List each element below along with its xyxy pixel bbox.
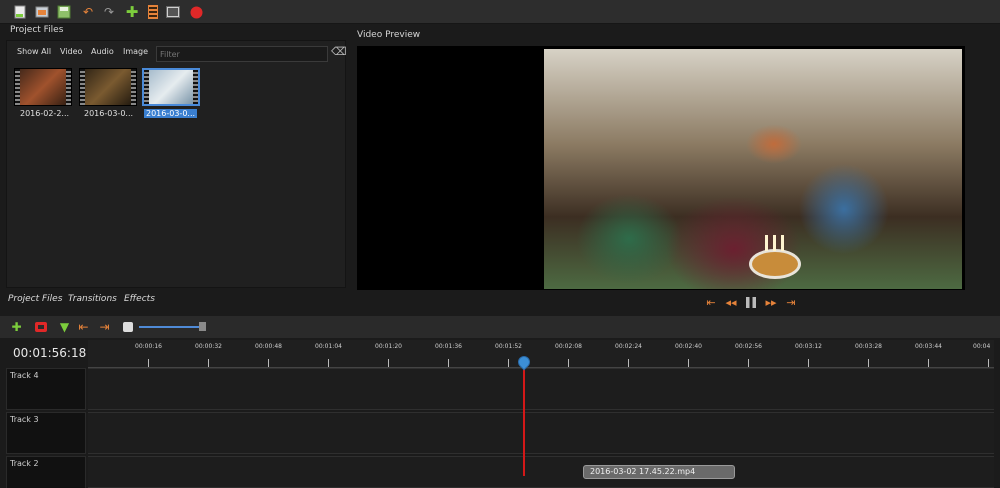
fast-forward-icon[interactable]: ▸▸	[764, 295, 778, 309]
dock-tabs: Project Files Transitions Effects	[0, 290, 346, 310]
ruler-label: 00:03:28	[855, 343, 882, 350]
fullscreen-icon[interactable]	[165, 4, 181, 20]
video-preview-title: Video Preview	[357, 30, 421, 40]
filter-row: Show All Video Audio Image ⌫	[7, 43, 347, 63]
tab-effects[interactable]: Effects	[124, 294, 155, 304]
filter-audio[interactable]: Audio	[91, 47, 114, 56]
save-project-icon[interactable]	[56, 4, 72, 20]
project-files-panel: Show All Video Audio Image ⌫ 2016-02-2..…	[6, 40, 347, 288]
ruler-label: 00:01:20	[375, 343, 402, 350]
file-label: 2016-03-0...	[84, 109, 134, 118]
main-toolbar: ↶ ↷ ✚	[0, 0, 1000, 24]
track-lane[interactable]	[88, 412, 994, 454]
file-thumbnail[interactable]	[14, 68, 72, 106]
previous-marker-icon[interactable]: ⇤	[76, 319, 91, 334]
ruler-label: 00:00:16	[135, 343, 162, 350]
tab-project-files[interactable]: Project Files	[8, 294, 62, 304]
file-thumbnail[interactable]	[79, 68, 137, 106]
add-marker-icon[interactable]: ▼	[57, 319, 72, 334]
undo-icon[interactable]: ↶	[80, 4, 96, 20]
project-files-title: Project Files	[10, 25, 64, 35]
track-header[interactable]: Track 3	[6, 412, 86, 454]
redo-icon[interactable]: ↷	[101, 4, 117, 20]
current-time: 00:01:56:18	[13, 346, 87, 360]
tab-transitions[interactable]: Transitions	[68, 294, 117, 304]
file-thumbnail-selected[interactable]	[142, 68, 200, 106]
ruler-label: 00:04	[973, 343, 991, 350]
filter-show-all[interactable]: Show All	[17, 47, 51, 56]
export-film-icon[interactable]	[145, 4, 161, 20]
ruler-label: 00:02:40	[675, 343, 702, 350]
playhead-line[interactable]	[523, 362, 525, 476]
clear-filter-icon[interactable]: ⌫	[331, 45, 347, 58]
zoom-slider-handle[interactable]	[199, 322, 206, 331]
track-lane[interactable]	[88, 368, 994, 410]
ruler-label: 00:00:32	[195, 343, 222, 350]
rewind-icon[interactable]: ◂◂	[724, 295, 738, 309]
ruler-label: 00:02:24	[615, 343, 642, 350]
timeline-ruler[interactable]: 00:00:16 00:00:32 00:00:48 00:01:04 00:0…	[88, 340, 994, 368]
next-marker-icon[interactable]: ⇥	[97, 319, 112, 334]
zoom-slider-track[interactable]	[139, 326, 203, 328]
import-files-icon[interactable]: ✚	[124, 4, 140, 20]
snap-icon[interactable]	[33, 319, 48, 334]
ruler-label: 00:02:08	[555, 343, 582, 350]
pause-icon[interactable]	[744, 295, 758, 309]
track-header[interactable]: Track 2	[6, 456, 86, 488]
jump-start-icon[interactable]: ⇤	[704, 295, 718, 309]
record-icon[interactable]	[188, 4, 204, 20]
file-label: 2016-02-2...	[20, 109, 70, 118]
track-header[interactable]: Track 4	[6, 368, 86, 410]
timeline-toolbar: ✚ ▼ ⇤ ⇥	[0, 316, 1000, 338]
file-label-selected: 2016-03-0...	[144, 109, 198, 118]
filter-video[interactable]: Video	[60, 47, 82, 56]
filter-input[interactable]	[156, 46, 328, 62]
zoom-icon	[120, 319, 135, 334]
ruler-label: 00:03:44	[915, 343, 942, 350]
filter-image[interactable]: Image	[123, 47, 148, 56]
add-track-icon[interactable]: ✚	[9, 319, 24, 334]
ruler-label: 00:01:04	[315, 343, 342, 350]
open-project-icon[interactable]	[34, 4, 50, 20]
cake-shape	[749, 249, 801, 279]
timeline-clip[interactable]: 2016-03-02 17.45.22.mp4	[583, 465, 735, 479]
ruler-label: 00:03:12	[795, 343, 822, 350]
ruler-label: 00:00:48	[255, 343, 282, 350]
video-frame-image	[544, 49, 962, 289]
jump-end-icon[interactable]: ⇥	[784, 295, 798, 309]
video-preview-panel	[357, 46, 965, 290]
new-project-icon[interactable]	[12, 4, 28, 20]
ruler-label: 00:02:56	[735, 343, 762, 350]
ruler-label: 00:01:36	[435, 343, 462, 350]
ruler-label: 00:01:52	[495, 343, 522, 350]
track-lane[interactable]	[88, 456, 994, 488]
